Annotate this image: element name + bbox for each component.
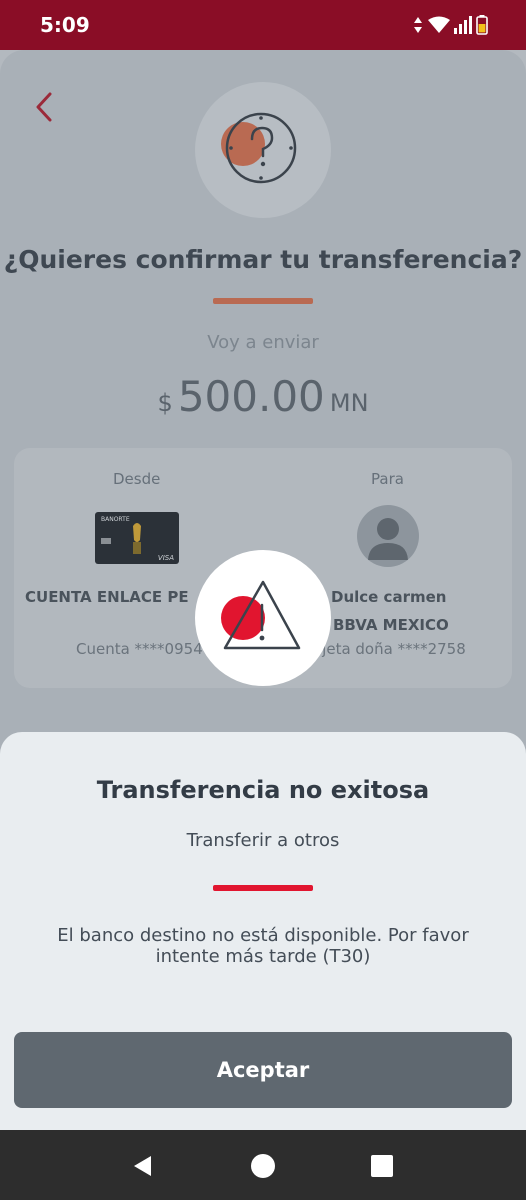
error-title: Transferencia no exitosa (96, 776, 430, 804)
confirm-title: ¿Quieres confirmar tu transferencia? (3, 245, 523, 274)
nav-back-button[interactable] (127, 1150, 159, 1182)
avatar (357, 505, 419, 567)
recents-icon (371, 1155, 393, 1177)
error-bottom-sheet: Transferencia no exitosa Transferir a ot… (0, 732, 526, 1130)
title-accent-line (213, 298, 313, 304)
signal-icon (454, 16, 472, 34)
nav-home-button[interactable] (247, 1150, 279, 1182)
accept-button[interactable]: Aceptar (14, 1032, 512, 1108)
home-icon (251, 1154, 275, 1178)
status-time: 5:09 (40, 13, 90, 37)
back-arrow-icon[interactable] (32, 90, 56, 124)
back-icon (134, 1156, 151, 1176)
data-arrows-icon (414, 17, 422, 33)
from-account-number: Cuenta ****0954 (76, 640, 203, 658)
amount-value: 500.00 (177, 372, 325, 421)
card-network: VISA (157, 554, 174, 562)
status-bar: 5:09 (0, 0, 526, 50)
amount-currency: $ (157, 389, 173, 417)
bank-card-image: BANORTE VISA (95, 512, 179, 564)
from-label: Desde (113, 470, 161, 488)
user-avatar-icon (368, 518, 408, 560)
question-clock-icon (221, 112, 297, 184)
amount-unit: MN (329, 389, 369, 417)
error-illustration (195, 550, 331, 686)
from-account-name: CUENTA ENLACE PE (25, 588, 189, 606)
amount: $ 500.00 MN (0, 372, 526, 421)
warning-icon (221, 580, 301, 650)
system-nav-bar (0, 1130, 526, 1200)
to-bank: BBVA MEXICO (333, 616, 449, 634)
to-label: Para (371, 470, 404, 488)
wifi-icon (428, 16, 450, 33)
battery-icon (476, 15, 488, 35)
error-subtitle: Transferir a otros (186, 830, 340, 851)
error-accent-line (213, 885, 313, 891)
accept-button-label: Aceptar (216, 1058, 310, 1082)
transfer-confirm-screen: ¿Quieres confirmar tu transferencia? Voy… (0, 50, 526, 1130)
error-message: El banco destino no está disponible. Por… (57, 925, 469, 967)
to-name: Dulce carmen (331, 588, 447, 606)
to-account: rjeta doña ****2758 (316, 640, 466, 658)
nav-recents-button[interactable] (366, 1150, 398, 1182)
status-icons (412, 15, 488, 35)
question-illustration (195, 82, 331, 218)
send-label: Voy a enviar (207, 332, 319, 353)
confirm-card: ¿Quieres confirmar tu transferencia? Voy… (0, 50, 526, 810)
